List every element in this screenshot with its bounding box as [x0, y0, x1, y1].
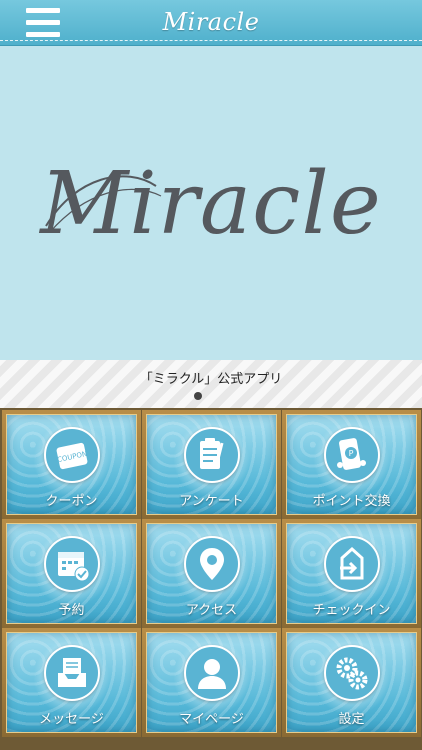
- tile-check-in[interactable]: チェックイン: [282, 519, 421, 628]
- tile-reservation[interactable]: 予約: [2, 519, 141, 628]
- tile-survey[interactable]: アンケート: [142, 410, 281, 519]
- tile-my-page[interactable]: マイページ: [142, 628, 281, 737]
- tile-label: メッセージ: [39, 712, 104, 727]
- map-pin-icon: [183, 536, 240, 592]
- survey-clipboard-icon: [183, 427, 240, 483]
- tile-point-exchange[interactable]: P ポイント交換: [282, 410, 421, 519]
- tile-label: アンケート: [179, 494, 244, 509]
- carousel-page-indicator[interactable]: [194, 392, 202, 400]
- coupon-icon: COUPON: [43, 427, 100, 483]
- app-header: Miracle: [0, 0, 422, 46]
- tile-message[interactable]: メッセージ: [2, 628, 141, 737]
- gear-settings-icon: [323, 645, 380, 701]
- tile-label: マイページ: [179, 712, 244, 727]
- hero-logo: Miracle: [40, 154, 382, 254]
- tile-label: 予約: [58, 603, 85, 618]
- user-profile-icon: [183, 645, 240, 701]
- message-inbox-icon: [43, 645, 100, 701]
- header-title: Miracle: [162, 8, 260, 36]
- tile-label: アクセス: [185, 603, 238, 618]
- tile-settings[interactable]: 設定: [282, 628, 421, 737]
- check-in-door-icon: [323, 536, 380, 592]
- tile-label: 設定: [338, 712, 365, 727]
- app-caption: 「ミラクル」公式アプリ: [139, 372, 283, 387]
- svg-text:P: P: [348, 449, 353, 458]
- tile-label: チェックイン: [312, 603, 391, 618]
- menu-grid: COUPON クーポン アンケート P ポイント交換 予約 アクセス チェックイ…: [0, 408, 422, 750]
- tile-access[interactable]: アクセス: [142, 519, 281, 628]
- tile-label: クーポン: [45, 494, 98, 509]
- caption-strip: 「ミラクル」公式アプリ: [0, 360, 422, 408]
- calendar-check-icon: [43, 536, 100, 592]
- header-stitch-divider: [0, 40, 422, 41]
- tile-label: ポイント交換: [312, 494, 391, 509]
- tile-coupon[interactable]: COUPON クーポン: [2, 410, 141, 519]
- point-exchange-icon: P: [323, 427, 380, 483]
- hero-banner[interactable]: Miracle: [0, 46, 422, 360]
